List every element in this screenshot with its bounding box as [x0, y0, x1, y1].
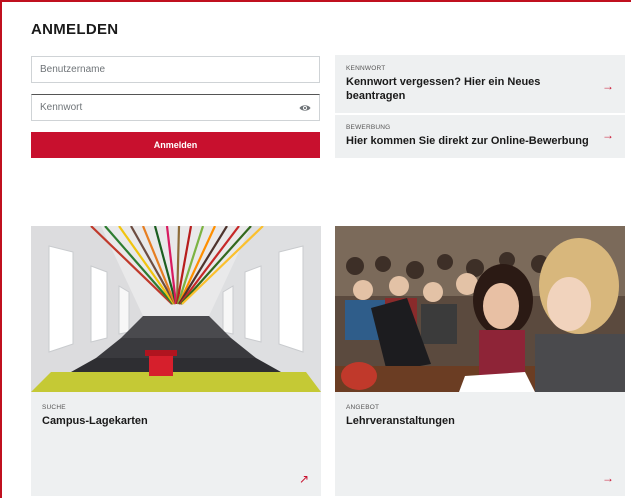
username-field-wrapper — [31, 56, 320, 83]
students-lecture-image — [335, 226, 625, 392]
eye-icon[interactable] — [299, 103, 311, 113]
arrow-right-icon: → — [602, 471, 614, 485]
courses-tile[interactable]: ANGEBOT Lehrveranstaltungen → — [335, 226, 625, 496]
application-card[interactable]: BEWERBUNG Hier kommen Sie direkt zur Onl… — [335, 115, 625, 158]
campus-maps-tile[interactable]: SUCHE Campus-Lagekarten ↗ — [31, 226, 321, 496]
tile-title: Campus-Lagekarten — [42, 415, 148, 427]
page-title: ANMELDEN — [31, 21, 119, 38]
arrow-right-icon: → — [602, 79, 614, 93]
username-input[interactable] — [32, 57, 280, 82]
card-title: Kennwort vergessen? Hier ein Neues beant… — [346, 76, 541, 102]
arrow-up-right-icon: ↗ — [298, 472, 309, 486]
forgot-password-card[interactable]: KENNWORT Kennwort vergessen? Hier ein Ne… — [335, 55, 625, 113]
tile-kicker: ANGEBOT — [346, 404, 380, 411]
password-input[interactable] — [32, 95, 280, 120]
tile-title: Lehrveranstaltungen — [346, 415, 455, 427]
arrow-right-icon: → — [602, 128, 614, 142]
password-field-wrapper — [31, 94, 320, 121]
tile-kicker: SUCHE — [42, 404, 66, 411]
card-title: Hier kommen Sie direkt zur Online-Bewerb… — [346, 135, 589, 147]
login-button[interactable]: Anmelden — [31, 132, 320, 158]
card-kicker: KENNWORT — [346, 65, 386, 72]
lecture-hall-image — [31, 226, 321, 392]
card-kicker: BEWERBUNG — [346, 124, 391, 131]
